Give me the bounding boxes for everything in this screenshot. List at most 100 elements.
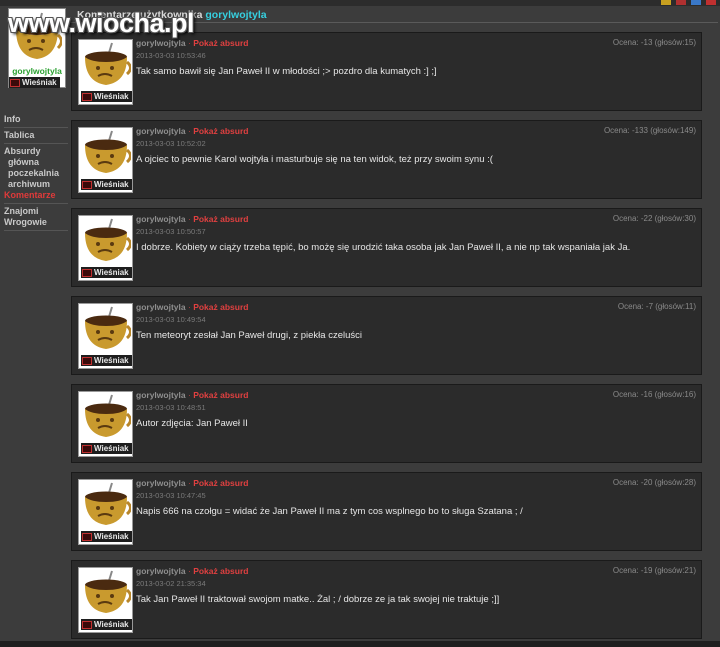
comment-item: Wieśniak gorylwojtyla · Pokaż absurd 2013-… — [71, 472, 702, 551]
page-title-user[interactable]: gorylwojtyla — [205, 9, 266, 21]
comment-rating: Ocena: -19 (głosów:21) — [612, 566, 696, 575]
avatar[interactable] — [81, 394, 132, 440]
rank-label: Wieśniak — [94, 92, 129, 101]
comment-rank-badge: Wieśniak — [81, 267, 132, 278]
comment-avatar[interactable]: Wieśniak — [78, 127, 133, 193]
comment-rank-badge: Wieśniak — [81, 355, 132, 366]
comment-meta: gorylwojtyla · Pokaż absurd — [136, 478, 248, 488]
comment-date: 2013-03-03 10:50:57 — [136, 227, 206, 236]
avatar[interactable] — [81, 130, 132, 176]
comment-rating: Ocena: -13 (głosów:15) — [612, 38, 696, 47]
toolbar-icon[interactable] — [706, 0, 716, 5]
comment-avatar[interactable]: Wieśniak — [78, 215, 133, 281]
nav-item-archiwum[interactable]: archiwum — [4, 179, 70, 190]
comment-item: Wieśniak gorylwojtyla · Pokaż absurd 2013-… — [71, 208, 702, 287]
comment-avatar[interactable]: Wieśniak — [78, 39, 133, 105]
comment-date: 2013-03-03 10:49:54 — [136, 315, 206, 324]
comment-date: 2013-03-03 10:48:51 — [136, 403, 206, 412]
comment-item: Wieśniak gorylwojtyla · Pokaż absurd 2013-… — [71, 32, 702, 111]
comment-rank-badge: Wieśniak — [81, 531, 132, 542]
profile-username[interactable]: gorylwojtyla — [9, 66, 65, 76]
comment-meta: gorylwojtyla · Pokaż absurd — [136, 390, 248, 400]
rank-flag-icon — [82, 180, 92, 189]
comment-date: 2013-03-03 10:53:46 — [136, 51, 206, 60]
comment-author[interactable]: gorylwojtyla — [136, 566, 186, 576]
meta-separator: · — [187, 38, 191, 48]
rank-label: Wieśniak — [94, 180, 129, 189]
nav-divider — [4, 203, 68, 204]
nav-item-komentarze[interactable]: Komentarze — [4, 190, 70, 201]
sidebar-nav: Info Tablica Absurdy główna poczekalnia … — [4, 114, 70, 233]
comment-rank-badge: Wieśniak — [81, 91, 132, 102]
nav-item-wrogowie[interactable]: Wrogowie — [4, 217, 70, 228]
nav-item-glowna[interactable]: główna — [4, 157, 70, 168]
comment-rank-badge: Wieśniak — [81, 619, 132, 630]
show-absurd-link[interactable]: Pokaż absurd — [193, 126, 248, 136]
comment-meta: gorylwojtyla · Pokaż absurd — [136, 566, 248, 576]
meta-separator: · — [187, 302, 191, 312]
top-icons — [661, 0, 716, 6]
rank-flag-icon — [82, 92, 92, 101]
meta-separator: · — [187, 478, 191, 488]
toolbar-icon[interactable] — [691, 0, 701, 5]
show-absurd-link[interactable]: Pokaż absurd — [193, 478, 248, 488]
nav-divider — [4, 230, 68, 231]
comment-meta: gorylwojtyla · Pokaż absurd — [136, 38, 248, 48]
comment-meta: gorylwojtyla · Pokaż absurd — [136, 302, 248, 312]
nav-item-absurdy[interactable]: Absurdy — [4, 146, 70, 157]
comment-date: 2013-03-02 21:35:34 — [136, 579, 206, 588]
toolbar-icon[interactable] — [661, 0, 671, 5]
profile-rank-badge: Wieśniak — [9, 77, 60, 88]
rank-label: Wieśniak — [94, 620, 129, 629]
avatar[interactable] — [81, 218, 132, 264]
comment-rank-badge: Wieśniak — [81, 179, 132, 190]
comment-text: Ten meteoryt zesłał Jan Paweł drugi, z p… — [136, 330, 362, 341]
rank-flag-icon — [82, 268, 92, 277]
avatar[interactable] — [81, 42, 132, 88]
meta-separator: · — [187, 566, 191, 576]
comment-text: Napis 666 na czołgu = widać że Jan Paweł… — [136, 506, 523, 517]
comment-rating: Ocena: -22 (głosów:30) — [612, 214, 696, 223]
bottom-strip — [0, 641, 720, 647]
comment-meta: gorylwojtyla · Pokaż absurd — [136, 214, 248, 224]
rank-flag-icon — [82, 620, 92, 629]
rank-label: Wieśniak — [94, 356, 129, 365]
meta-separator: · — [187, 126, 191, 136]
comment-author[interactable]: gorylwojtyla — [136, 302, 186, 312]
rank-flag-icon — [10, 78, 20, 87]
comment-date: 2013-03-03 10:47:45 — [136, 491, 206, 500]
show-absurd-link[interactable]: Pokaż absurd — [193, 390, 248, 400]
nav-item-znajomi[interactable]: Znajomi — [4, 206, 70, 217]
comment-author[interactable]: gorylwojtyla — [136, 126, 186, 136]
comment-author[interactable]: gorylwojtyla — [136, 390, 186, 400]
show-absurd-link[interactable]: Pokaż absurd — [193, 302, 248, 312]
comment-text: Tak samo bawił się Jan Paweł II w młodoś… — [136, 66, 437, 77]
comment-author[interactable]: gorylwojtyla — [136, 478, 186, 488]
avatar[interactable] — [81, 482, 132, 528]
comment-avatar[interactable]: Wieśniak — [78, 391, 133, 457]
comment-meta: gorylwojtyla · Pokaż absurd — [136, 126, 248, 136]
nav-item-tablica[interactable]: Tablica — [4, 130, 70, 141]
avatar[interactable] — [81, 306, 132, 352]
comment-date: 2013-03-03 10:52:02 — [136, 139, 206, 148]
comment-author[interactable]: gorylwojtyla — [136, 214, 186, 224]
comment-avatar[interactable]: Wieśniak — [78, 479, 133, 545]
comment-avatar[interactable]: Wieśniak — [78, 303, 133, 369]
rank-label: Wieśniak — [94, 268, 129, 277]
nav-item-poczekalnia[interactable]: poczekalnia — [4, 168, 70, 179]
show-absurd-link[interactable]: Pokaż absurd — [193, 38, 248, 48]
nav-item-info[interactable]: Info — [4, 114, 70, 125]
show-absurd-link[interactable]: Pokaż absurd — [193, 214, 248, 224]
rank-label: Wieśniak — [22, 78, 57, 87]
rank-label: Wieśniak — [94, 532, 129, 541]
comment-author[interactable]: gorylwojtyla — [136, 38, 186, 48]
comment-text: I dobrze. Kobiety w ciąży trzeba tępić, … — [136, 242, 631, 253]
toolbar-icon[interactable] — [676, 0, 686, 5]
comment-text: Autor zdjęcia: Jan Paweł II — [136, 418, 248, 429]
rank-flag-icon — [82, 356, 92, 365]
comment-item: Wieśniak gorylwojtyla · Pokaż absurd 2013-… — [71, 560, 702, 639]
show-absurd-link[interactable]: Pokaż absurd — [193, 566, 248, 576]
avatar[interactable] — [81, 570, 132, 616]
comment-avatar[interactable]: Wieśniak — [78, 567, 133, 633]
top-strip — [0, 0, 720, 6]
